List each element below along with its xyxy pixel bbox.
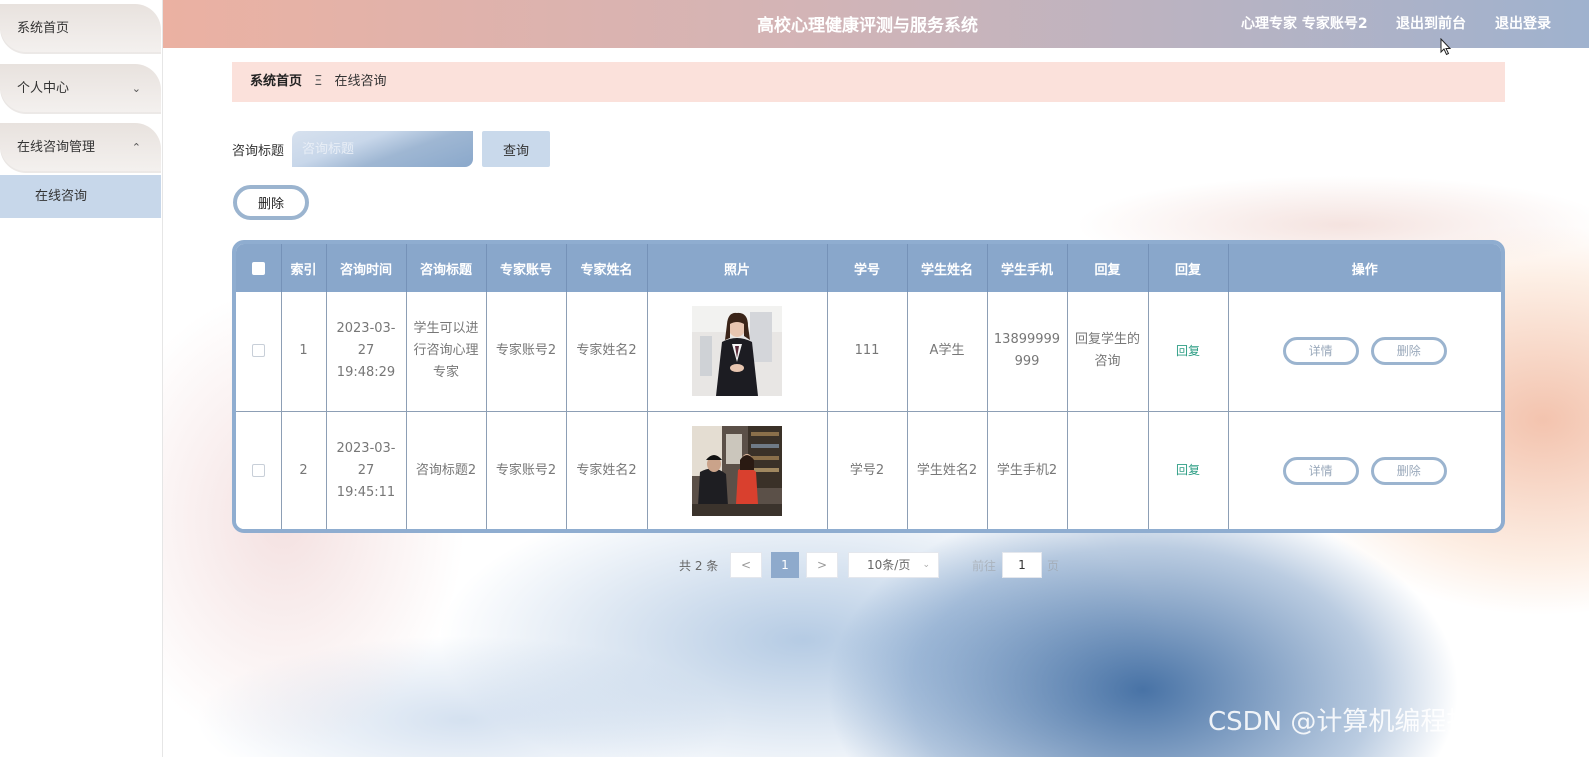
select-all-checkbox[interactable] xyxy=(251,261,265,275)
consult-table: 索引 咨询时间 咨询标题 专家账号 专家姓名 照片 学号 学生姓名 学生手机 回… xyxy=(232,240,1505,533)
table-row: 2 2023-03-27 19:45:11 咨询标题2 专家账号2 专家姓名2 xyxy=(236,411,1501,529)
chevron-down-icon: ⌄ xyxy=(922,560,930,570)
watermark: CSDN @计算机编程指导师 xyxy=(1208,707,1525,737)
pagination-goto-label: 前往 xyxy=(972,559,997,573)
detail-button[interactable]: 详情 xyxy=(1282,337,1359,366)
sidebar-item-home[interactable]: 系统首页 xyxy=(0,4,161,54)
search-button[interactable]: 查询 xyxy=(482,131,550,167)
table-row: 1 2023-03-27 19:48:29 学生可以进行咨询心理专家 专家账号2… xyxy=(236,292,1501,412)
sidebar-item-consult-management[interactable]: 在线咨询管理 ⌃ xyxy=(0,123,161,173)
breadcrumb-home[interactable]: 系统首页 xyxy=(250,74,302,89)
column-header: 学生手机 xyxy=(987,244,1068,292)
cell-student-phone: 学生手机2 xyxy=(987,411,1068,529)
cell-reply-action: 回复 xyxy=(1148,411,1229,529)
page-size-select[interactable]: 10条/页 ⌄ xyxy=(848,552,939,578)
cell-title: 学生可以进行咨询心理专家 xyxy=(406,292,487,412)
cell-student-id: 学号2 xyxy=(827,411,908,529)
cell-expert-name: 专家姓名2 xyxy=(566,411,648,529)
consultation-photo xyxy=(692,425,782,516)
search-input[interactable] xyxy=(292,131,473,167)
pagination-next-button[interactable]: > xyxy=(806,552,838,578)
cell-reply-action: 回复 xyxy=(1148,292,1229,412)
mouse-cursor-icon xyxy=(1440,38,1452,56)
cell-student-id: 111 xyxy=(827,292,908,412)
breadcrumb-separator-icon: Ξ xyxy=(314,74,323,89)
column-header: 咨询时间 xyxy=(326,244,407,292)
cell-time: 2023-03-27 19:48:29 xyxy=(326,292,407,412)
expert-photo-woman-suit xyxy=(692,306,782,397)
column-header: 照片 xyxy=(647,244,828,292)
cell-actions: 详情 删除 xyxy=(1228,292,1501,412)
table-header-row: 索引 咨询时间 咨询标题 专家账号 专家姓名 照片 学号 学生姓名 学生手机 回… xyxy=(236,244,1501,292)
reply-link[interactable]: 回复 xyxy=(1176,463,1200,477)
sidebar-subitem-label: 在线咨询 xyxy=(35,189,88,204)
column-header: 专家账号 xyxy=(486,244,567,292)
cell-reply-text: 回复学生的咨询 xyxy=(1067,292,1149,412)
breadcrumb: 系统首页 Ξ 在线咨询 xyxy=(232,62,1505,102)
sidebar-item-label: 在线咨询管理 xyxy=(17,140,96,155)
cell-actions: 详情 删除 xyxy=(1228,411,1501,529)
cell-photo xyxy=(647,292,828,412)
sidebar-item-label: 个人中心 xyxy=(17,81,70,96)
current-user: 心理专家 专家账号2 xyxy=(1241,16,1368,32)
column-header: 回复 xyxy=(1067,244,1149,292)
exit-to-front-link[interactable]: 退出到前台 xyxy=(1396,13,1466,33)
row-checkbox[interactable] xyxy=(251,463,265,477)
row-delete-button[interactable]: 删除 xyxy=(1370,456,1447,485)
sidebar-subitem-online-consult[interactable]: 在线咨询 xyxy=(0,175,161,218)
cell-expert-name: 专家姓名2 xyxy=(566,292,648,412)
cell-expert-account: 专家账号2 xyxy=(486,411,567,529)
chevron-up-icon: ⌃ xyxy=(131,141,141,154)
page-size-value: 10条/页 xyxy=(867,558,911,572)
pagination-total: 共 2 条 xyxy=(679,559,719,573)
cell-student-name: 学生姓名2 xyxy=(907,411,988,529)
cell-title: 咨询标题2 xyxy=(406,411,487,529)
search-label: 咨询标题 xyxy=(232,144,285,159)
select-all-checkbox-cell[interactable] xyxy=(236,244,282,292)
cell-reply-text xyxy=(1067,411,1149,529)
breadcrumb-current: 在线咨询 xyxy=(334,74,387,89)
row-checkbox[interactable] xyxy=(251,344,265,358)
reply-link[interactable]: 回复 xyxy=(1176,344,1200,358)
column-header: 学生姓名 xyxy=(907,244,988,292)
sidebar: 系统首页 个人中心 ⌄ 在线咨询管理 ⌃ 在线咨询 xyxy=(0,0,163,757)
pagination-goto-input[interactable] xyxy=(1002,552,1042,578)
pagination-page-1[interactable]: 1 xyxy=(771,552,799,578)
cell-index: 1 xyxy=(281,292,327,412)
column-header: 学号 xyxy=(827,244,908,292)
row-delete-button[interactable]: 删除 xyxy=(1370,337,1447,366)
column-header: 回复 xyxy=(1148,244,1229,292)
cell-index: 2 xyxy=(281,411,327,529)
cell-photo xyxy=(647,411,828,529)
column-header: 专家姓名 xyxy=(566,244,648,292)
column-header: 咨询标题 xyxy=(406,244,487,292)
sidebar-item-personal-center[interactable]: 个人中心 ⌄ xyxy=(0,64,161,114)
column-header: 操作 xyxy=(1228,244,1501,292)
top-header: 高校心理健康评测与服务系统 心理专家 专家账号2 退出到前台 退出登录 xyxy=(163,0,1589,48)
batch-delete-button[interactable]: 删除 xyxy=(233,185,309,220)
chevron-down-icon: ⌄ xyxy=(131,82,141,95)
logout-link[interactable]: 退出登录 xyxy=(1495,13,1551,33)
column-header: 索引 xyxy=(281,244,327,292)
pagination-prev-button[interactable]: < xyxy=(730,552,762,578)
cell-time: 2023-03-27 19:45:11 xyxy=(326,411,407,529)
cell-student-phone: 13899999999 xyxy=(987,292,1068,412)
system-title: 高校心理健康评测与服务系统 xyxy=(757,16,978,36)
cell-student-name: A学生 xyxy=(907,292,988,412)
detail-button[interactable]: 详情 xyxy=(1282,456,1359,485)
cell-expert-account: 专家账号2 xyxy=(486,292,567,412)
pagination-page-suffix: 页 xyxy=(1047,559,1060,573)
sidebar-item-label: 系统首页 xyxy=(17,21,70,36)
